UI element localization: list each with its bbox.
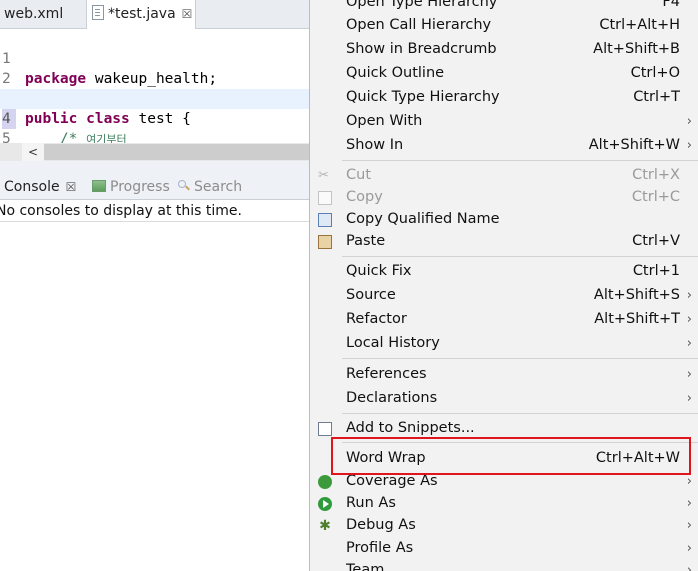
- submenu-arrow-icon: ›: [686, 563, 692, 571]
- submenu-arrow-icon: ›: [686, 541, 692, 556]
- coverage-icon: [318, 475, 332, 489]
- bug-icon: ✱: [319, 518, 331, 534]
- horizontal-scrollbar[interactable]: <: [0, 143, 310, 161]
- submenu-arrow-icon: ›: [686, 518, 692, 533]
- tab-label: *test.java: [108, 6, 176, 22]
- menu-separator: [342, 413, 698, 414]
- submenu-arrow-icon: ›: [686, 336, 692, 351]
- code-line: 1 package wakeup_health;: [0, 29, 310, 87]
- menu-item-declarations[interactable]: Declarations ›: [310, 387, 698, 410]
- submenu-arrow-icon: ›: [686, 288, 692, 303]
- close-icon[interactable]: ☒: [66, 175, 77, 199]
- submenu-arrow-icon: ›: [686, 391, 692, 406]
- code-line: 5 }: [0, 109, 310, 167]
- menu-item-open-type-hierarchy[interactable]: Open Type Hierarchy F4: [310, 0, 698, 14]
- copy-qualified-name-icon: [318, 213, 332, 227]
- menu-item-open-with[interactable]: Open With ›: [310, 110, 698, 133]
- search-icon: [177, 179, 190, 192]
- menu-item-show-in-breadcrumb[interactable]: Show in Breadcrumb Alt+Shift+B: [310, 38, 698, 61]
- menu-separator: [342, 358, 698, 359]
- tab-label: Console: [4, 179, 60, 195]
- menu-item-refactor[interactable]: Refactor Alt+Shift+T ›: [310, 308, 698, 331]
- scrollbar-thumb[interactable]: [44, 144, 310, 160]
- code-editor[interactable]: 1 package wakeup_health; 2 3 public clas…: [0, 29, 310, 167]
- code-line: 3 public class test {: [0, 69, 310, 127]
- menu-item-open-call-hierarchy[interactable]: Open Call Hierarchy Ctrl+Alt+H: [310, 14, 698, 37]
- run-icon: [318, 497, 332, 511]
- menu-item-references[interactable]: References ›: [310, 363, 698, 386]
- editor-tab-bar: web.xml *test.java ☒: [0, 0, 310, 29]
- progress-icon: [92, 180, 106, 192]
- menu-item-paste[interactable]: Paste Ctrl+V: [310, 230, 698, 253]
- copy-icon: [318, 191, 332, 205]
- panel-divider: [0, 161, 310, 175]
- java-file-icon: [92, 5, 104, 20]
- menu-item-copy[interactable]: Copy Ctrl+C: [310, 186, 698, 209]
- code-line: 2: [0, 49, 310, 87]
- tab-search[interactable]: Search: [177, 175, 242, 199]
- tab-test-java[interactable]: *test.java ☒: [86, 0, 196, 29]
- tab-label: Search: [194, 179, 243, 195]
- submenu-arrow-icon: ›: [686, 138, 692, 153]
- console-empty-message: No consoles to display at this time.: [0, 203, 242, 219]
- context-menu: Open Type Hierarchy F4 Open Call Hierarch…: [309, 0, 698, 571]
- submenu-arrow-icon: ›: [686, 496, 692, 511]
- menu-item-profile-as[interactable]: Profile As ›: [310, 537, 698, 560]
- menu-item-source[interactable]: Source Alt+Shift+S ›: [310, 284, 698, 307]
- snippet-icon: [318, 422, 332, 436]
- console-body: [0, 200, 310, 571]
- divider: [0, 221, 310, 222]
- menu-item-quick-fix[interactable]: Quick Fix Ctrl+1: [310, 260, 698, 283]
- menu-separator: [342, 256, 698, 257]
- word-wrap-highlight-box: [331, 437, 691, 475]
- menu-item-run-as[interactable]: Run As ›: [310, 492, 698, 515]
- code-line-current: 4 /* 여기부터: [0, 89, 310, 147]
- menu-item-team[interactable]: Team ›: [310, 559, 698, 571]
- console-tab-bar: Console ☒ Progress Search: [0, 175, 310, 200]
- menu-item-copy-qualified-name[interactable]: Copy Qualified Name: [310, 208, 698, 231]
- close-icon[interactable]: ☒: [182, 0, 193, 28]
- submenu-arrow-icon: ›: [686, 367, 692, 382]
- menu-item-debug-as[interactable]: ✱ Debug As ›: [310, 514, 698, 537]
- menu-item-show-in[interactable]: Show In Alt+Shift+W ›: [310, 134, 698, 157]
- tab-progress[interactable]: Progress: [92, 175, 170, 199]
- submenu-arrow-icon: ›: [686, 114, 692, 129]
- menu-item-local-history[interactable]: Local History ›: [310, 332, 698, 355]
- tab-console[interactable]: Console ☒: [4, 175, 76, 199]
- scroll-left-button[interactable]: <: [22, 143, 44, 161]
- paste-icon: [318, 235, 332, 249]
- menu-separator: [342, 160, 698, 161]
- submenu-arrow-icon: ›: [686, 312, 692, 327]
- menu-item-quick-type-hierarchy[interactable]: Quick Type Hierarchy Ctrl+T: [310, 86, 698, 109]
- tab-label: web.xml: [4, 6, 64, 22]
- scissors-icon: ✂: [318, 168, 329, 183]
- menu-item-cut[interactable]: ✂ Cut Ctrl+X: [310, 164, 698, 187]
- menu-item-quick-outline[interactable]: Quick Outline Ctrl+O: [310, 62, 698, 85]
- tab-web-xml[interactable]: web.xml: [4, 0, 63, 28]
- tab-label: Progress: [110, 179, 170, 195]
